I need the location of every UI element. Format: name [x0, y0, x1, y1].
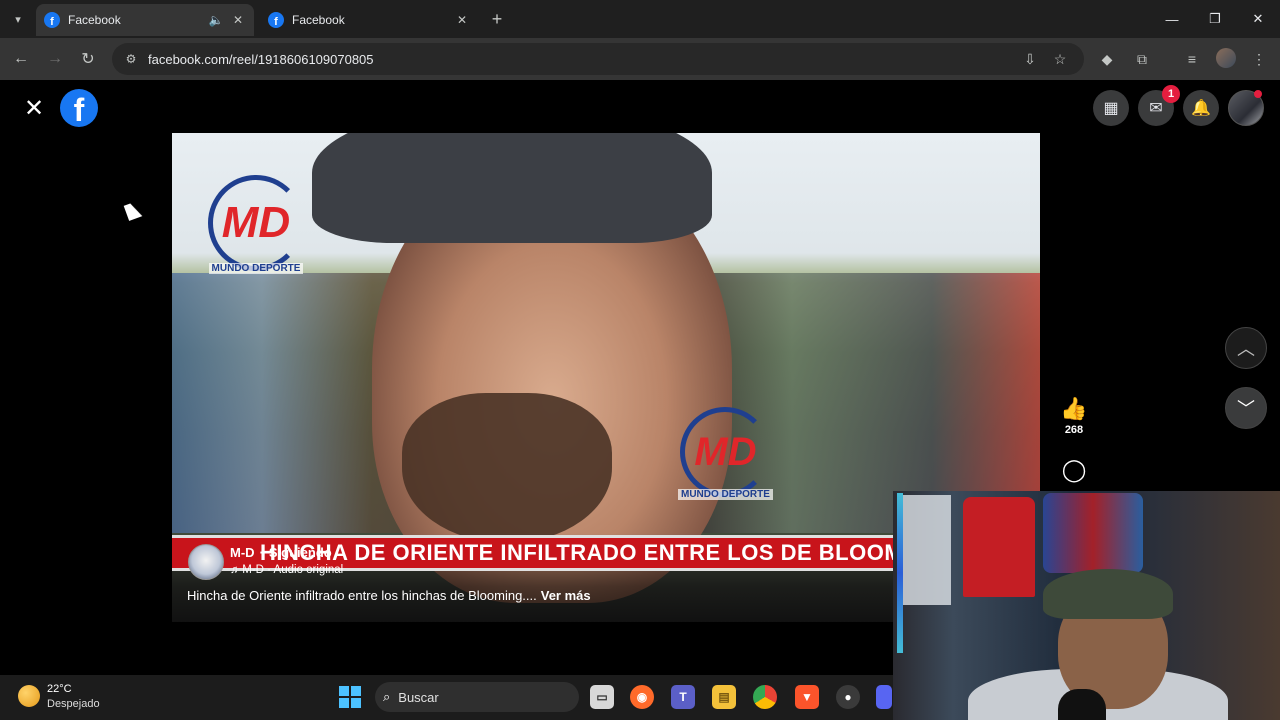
extension-icon[interactable]: ◆	[1096, 48, 1118, 70]
caption-text: Hincha de Oriente infiltrado entre los h…	[187, 588, 537, 603]
whiteboard	[903, 495, 951, 605]
hanging-jerseys	[1043, 493, 1143, 573]
tab-facebook-inactive[interactable]: f Facebook ✕	[260, 4, 478, 36]
chevron-down-icon: ﹀	[1237, 399, 1255, 419]
author-name[interactable]: M-D	[230, 545, 255, 560]
recorder-icon[interactable]: ●	[836, 685, 860, 709]
tab-title: Facebook	[292, 13, 345, 27]
comment-icon[interactable]: ◯	[1062, 458, 1087, 482]
teams-icon[interactable]: T	[671, 685, 695, 709]
task-view-icon[interactable]: ▭	[590, 685, 614, 709]
browser-tab-strip: ▾ f Facebook 🔈 ✕ f Facebook ✕ + — ❐ ✕	[0, 0, 1280, 38]
tab-facebook-active[interactable]: f Facebook 🔈 ✕	[36, 4, 254, 36]
url-text[interactable]: facebook.com/reel/1918606109070805	[148, 52, 374, 67]
audio-label: M-D · Audio original	[242, 564, 344, 576]
install-app-icon[interactable]: ⇩	[1019, 48, 1041, 70]
taskbar-search[interactable]: ⌕ Buscar	[375, 682, 579, 712]
search-icon: ⌕	[383, 689, 391, 704]
facebook-favicon-icon: f	[44, 12, 60, 28]
audio-line[interactable]: ♫ M-D · Audio original	[230, 564, 343, 576]
forward-arrow-icon[interactable]: →	[44, 48, 66, 70]
reload-icon[interactable]: ↻	[77, 48, 99, 70]
chevron-up-icon: ︿	[1237, 339, 1255, 359]
mundo-deporte-watermark: MD MUNDO DEPORTE	[208, 175, 304, 274]
menu-kebab-icon[interactable]: ⋮	[1248, 48, 1270, 70]
facebook-logo[interactable]: f	[60, 89, 98, 127]
streamer	[968, 569, 1228, 720]
site-info-icon[interactable]: ⚙	[122, 50, 140, 68]
speaker-icon[interactable]: 🔈	[208, 12, 224, 28]
back-arrow-icon[interactable]: ←	[10, 48, 32, 70]
windows-start-icon[interactable]	[339, 686, 361, 708]
streamer-cap	[1043, 569, 1173, 619]
weather-condition[interactable]: Despejado	[47, 698, 100, 710]
author-avatar[interactable]	[188, 544, 224, 580]
brave-icon[interactable]: ▼	[795, 685, 819, 709]
thumbs-up-icon[interactable]: 👍	[1060, 397, 1087, 421]
microphone	[1058, 689, 1106, 720]
next-reel-button[interactable]: ﹀	[1225, 387, 1267, 429]
address-bar[interactable]: ⚙ facebook.com/reel/1918606109070805	[112, 43, 1084, 75]
browser-profile-avatar[interactable]	[1216, 48, 1236, 68]
restore-button[interactable]: ❐	[1203, 8, 1227, 30]
mundo-deporte-watermark: MD MUNDO DEPORTE	[678, 407, 773, 500]
see-more-link[interactable]: Ver más	[541, 588, 591, 603]
facebook-favicon-icon: f	[268, 12, 284, 28]
extensions-puzzle-icon[interactable]: ⧉	[1131, 48, 1153, 70]
minimize-button[interactable]: —	[1160, 8, 1184, 30]
close-tab-icon[interactable]: ✕	[230, 12, 246, 28]
video-subject-beard	[402, 393, 612, 543]
like-count: 268	[1064, 424, 1084, 436]
browser-toolbar: ← → ↻ ⚙ facebook.com/reel/19186061090708…	[0, 38, 1280, 80]
music-note-icon: ♫	[230, 564, 239, 576]
previous-reel-button[interactable]: ︿	[1225, 327, 1267, 369]
messenger-badge: 1	[1162, 85, 1180, 103]
weather-icon[interactable]	[18, 685, 40, 707]
close-window-button[interactable]: ✕	[1246, 8, 1270, 30]
tab-search-button[interactable]: ▾	[6, 7, 30, 31]
firefox-icon[interactable]: ◉	[630, 685, 654, 709]
file-explorer-icon[interactable]: ▤	[712, 685, 736, 709]
notifications-bell-icon[interactable]: 🔔	[1183, 90, 1219, 126]
author-line: M-D · Siguiendo	[230, 545, 332, 560]
webcam-overlay	[893, 491, 1280, 720]
close-icon[interactable]: ✕	[22, 95, 46, 122]
tab-title: Facebook	[68, 13, 121, 27]
menu-grid-icon[interactable]: ▦	[1093, 90, 1129, 126]
video-subject-cap	[312, 133, 712, 243]
search-placeholder: Buscar	[398, 689, 439, 705]
discord-icon[interactable]	[876, 685, 892, 709]
new-tab-button[interactable]: +	[486, 8, 508, 30]
following-button[interactable]: Siguiendo	[269, 545, 332, 560]
close-tab-icon[interactable]: ✕	[454, 12, 470, 28]
like-action[interactable]: 👍 268	[1060, 397, 1088, 437]
bookmark-star-icon[interactable]: ☆	[1049, 48, 1071, 70]
separator-dot: ·	[259, 545, 264, 560]
chrome-icon[interactable]	[753, 685, 777, 709]
comment-action[interactable]: ◯	[1060, 458, 1088, 482]
reel-caption: Hincha de Oriente infiltrado entre los h…	[187, 588, 591, 603]
account-status-dot	[1254, 90, 1262, 98]
weather-temperature[interactable]: 22°C	[47, 683, 72, 695]
media-control-icon[interactable]: ≡	[1181, 48, 1203, 70]
